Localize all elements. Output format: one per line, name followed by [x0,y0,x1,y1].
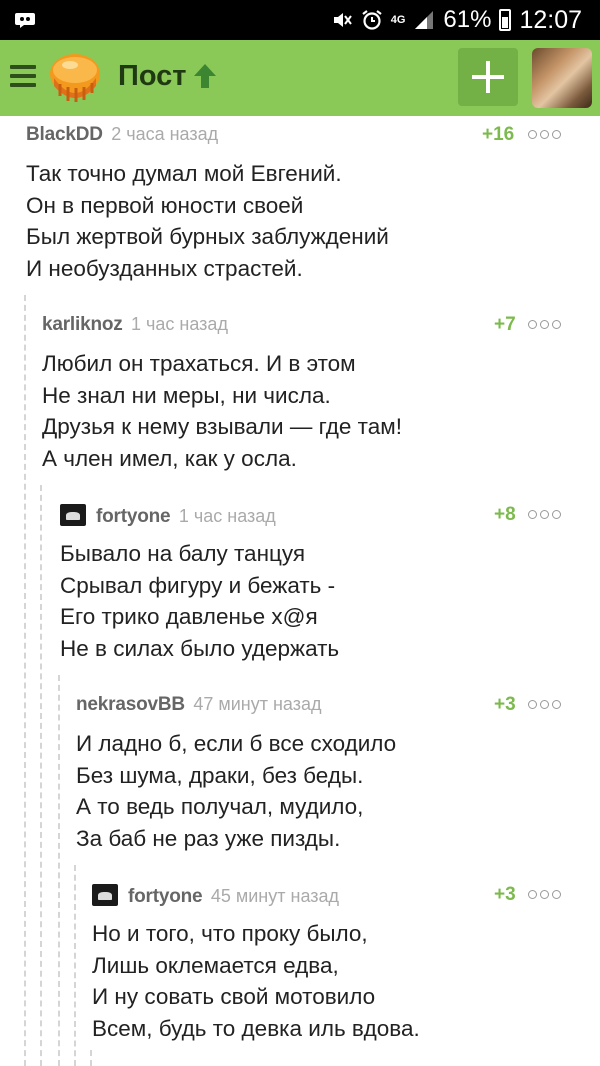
comment-header: fortyone 45 минут назад [92,884,339,908]
status-bar: 4G 61% 12:07 [0,0,600,40]
comment-line: Но и того, что проку было, [92,921,368,946]
comment-time: 1 час назад [131,314,228,334]
comment-avatar[interactable] [60,504,86,526]
more-options-icon[interactable] [528,320,562,332]
comment-line: Так точно думал мой Евгений. [26,161,342,186]
comment-line: Он в первой юности своей [26,192,304,218]
comment-rating: +7 [494,314,516,335]
comment-username[interactable]: fortyone [96,506,171,527]
thread-line [74,865,76,1066]
alarm-icon [362,10,382,30]
comment-line: Не в силах было удержать [60,635,340,661]
comment-username[interactable]: karliknoz [42,314,123,335]
thread-line [40,485,42,1066]
comment-time: 45 минут назад [210,886,340,906]
comment-line: Не знал ни меры, ни числа. [42,382,331,408]
add-post-button[interactable] [458,48,518,106]
user-avatar[interactable] [532,48,592,108]
menu-icon[interactable] [10,65,36,87]
comment-line: Без шума, драки, без беды. [76,762,364,788]
comment-time: 1 час назад [178,506,276,526]
comment: karliknoz 1 час назад +7 Любил он трахат… [42,314,566,474]
comment-line: А член имел, как у осла. [42,445,297,471]
comment-rating: +16 [482,124,515,145]
comment-header: karliknoz 1 час назад [42,314,228,338]
thread-line [58,675,60,1066]
comment-line: Бывало на балу танцуя [60,541,306,566]
comment-line: А то ведь получал, мудило, [76,794,364,819]
comment-line: Друзья к нему взывали — где там! [42,414,402,439]
comment-header: fortyone 1 час назад [60,504,276,528]
comment-time: 47 минут назад [193,694,322,714]
comment-header: BlackDD 2 часа назад [26,124,218,148]
comment-body: Но и того, что проку было, Лишь оклемает… [92,918,420,1044]
comment-rating: +8 [494,504,516,525]
comment-line: Всем, будь то девка иль вдова. [92,1015,420,1041]
comment-username[interactable]: fortyone [128,886,203,907]
more-options-icon[interactable] [528,700,562,712]
page-title: Пост [118,60,187,92]
comment-username[interactable]: BlackDD [26,124,103,145]
more-options-icon[interactable] [528,510,562,522]
comment-body: Так точно думал мой Евгений. Он в первой… [26,158,389,284]
comment-time: 2 часа назад [111,124,219,144]
clock: 12:07 [519,5,582,34]
comment-rating: +3 [494,694,516,715]
comment-line: И ладно б, если б все сходило [76,731,397,756]
comment-line: Срывал фигуру и бежать - [60,572,336,598]
comment: fortyone 45 минут назад +3 Но и того, чт… [92,884,566,1044]
comment-body: Любил он трахаться. И в этом Не знал ни … [42,348,402,474]
mute-icon [333,13,352,27]
battery-icon [499,9,512,31]
comment: nekrasovBB 47 минут назад +3 И ладно б, … [76,694,566,854]
comment-body: И ладно б, если б все сходило Без шума, … [76,728,396,854]
comment-line: Любил он трахаться. И в этом [42,351,356,376]
comment-line: И необузданных страстей. [26,255,303,281]
comment-line: За баб не раз уже пизды. [76,825,341,851]
comment-line: Лишь оклемается едва, [92,952,339,978]
comment: fortyone 1 час назад +8 Бывало на балу т… [60,504,566,664]
battery-percent: 61% [443,6,492,33]
comment-line: Его трико давленье х@я [60,604,318,629]
pikabu-logo[interactable] [48,52,102,104]
comment-rating: +3 [494,884,516,905]
signal-icon [415,11,434,29]
notification-app-icon [15,13,35,28]
comment-body: Бывало на балу танцуя Срывал фигуру и бе… [60,538,339,664]
comment-line: И ну совать свой мотовило [92,984,376,1009]
thread-line [24,295,26,1066]
rating-up-arrow-icon[interactable] [192,62,218,90]
comment-line: Был жертвой бурных заблуждений [26,224,389,249]
comment: BlackDD 2 часа назад +16 Так точно думал… [26,124,566,284]
comment-avatar[interactable] [92,884,118,906]
app-bar: Пост [0,40,600,116]
more-options-icon[interactable] [528,130,562,142]
comment-header: nekrasovBB 47 минут назад [76,694,322,718]
thread-line [90,1050,92,1066]
network-type-label: 4G [390,14,406,26]
more-options-icon[interactable] [528,890,562,902]
comment-username[interactable]: nekrasovBB [76,694,185,715]
